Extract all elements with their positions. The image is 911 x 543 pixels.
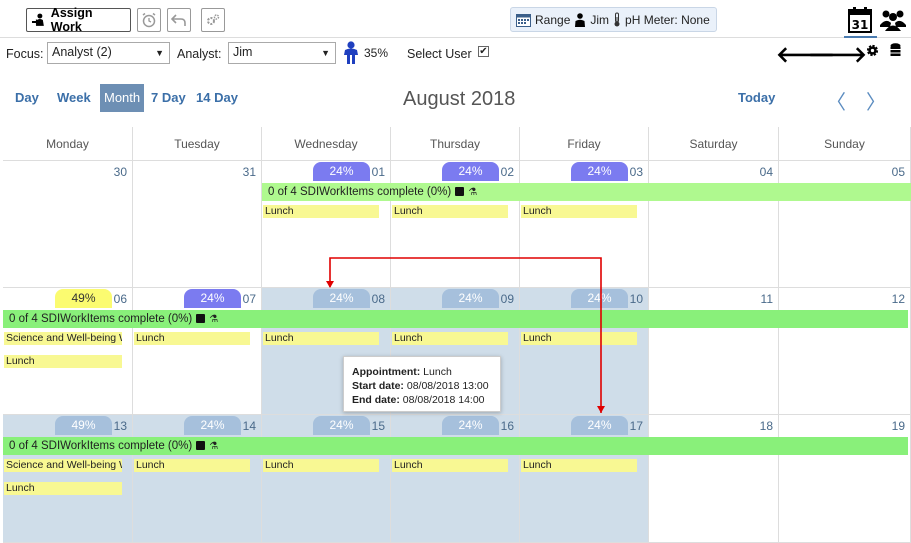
annotation-arrow <box>326 257 605 413</box>
annotation-arrowhead-top <box>326 281 334 288</box>
annotation-arrowhead-bottom <box>597 406 605 413</box>
annotation-arrow-line <box>329 257 602 413</box>
